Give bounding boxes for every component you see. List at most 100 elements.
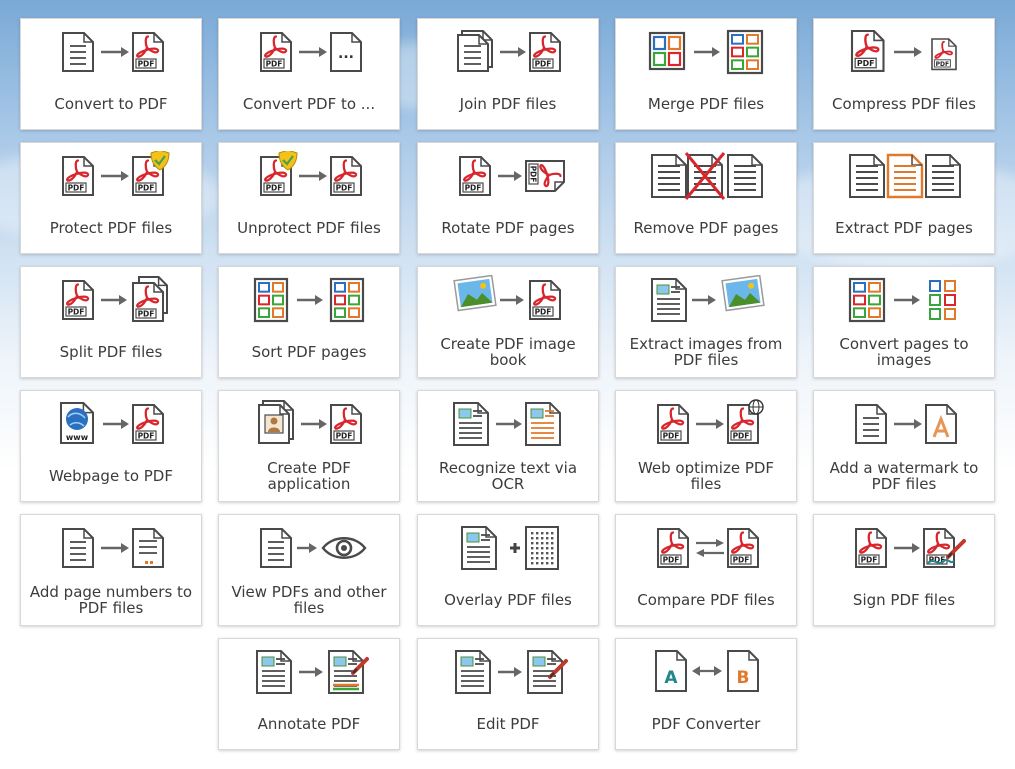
tool-label: Add page numbers to PDF files bbox=[29, 583, 193, 617]
extract-pages-icon bbox=[849, 153, 961, 199]
tool-label: Split PDF files bbox=[59, 343, 163, 361]
tool-label: Join PDF files bbox=[459, 95, 557, 113]
tool-tile-sort-pdf-pages[interactable]: Sort PDF pages bbox=[218, 266, 400, 378]
rotate-pdf-icon: PDF PDF bbox=[459, 156, 565, 196]
page-numbers-icon bbox=[62, 528, 164, 568]
pdf-badge-text: PDF bbox=[465, 184, 482, 193]
tool-label: Extract images from PDF files bbox=[629, 335, 783, 369]
pdf-badge-text: PDF bbox=[857, 59, 875, 68]
www-text: www bbox=[66, 433, 89, 442]
tool-label: Merge PDF files bbox=[647, 95, 765, 113]
pdf-badge-text: PDF bbox=[529, 166, 538, 183]
pdf-to-format-icon: PDF... bbox=[260, 32, 362, 72]
pdf-badge-text: PDF bbox=[336, 184, 353, 193]
join-pdf-icon: PDF bbox=[457, 30, 561, 72]
pdf-badge-text: PDF bbox=[535, 60, 552, 69]
tool-tile-rotate-pdf-pages[interactable]: PDF PDF Rotate PDF pages bbox=[417, 142, 599, 254]
overlay-pdf-icon bbox=[461, 526, 559, 570]
pdf-application-icon: PDF bbox=[258, 400, 362, 444]
tool-tile-convert-pdf-to[interactable]: PDF... Convert PDF to ... bbox=[218, 18, 400, 130]
tool-label: Compare PDF files bbox=[637, 591, 775, 609]
pdf-badge-text: PDF bbox=[861, 556, 878, 565]
remove-pages-icon bbox=[651, 152, 763, 200]
pdf-badge-text: PDF bbox=[138, 310, 155, 319]
pdf-badge-text: PDF bbox=[535, 308, 552, 317]
tool-label: Add a watermark to PDF files bbox=[829, 459, 979, 493]
merge-pdf-icon bbox=[648, 29, 764, 75]
tool-label: Compress PDF files bbox=[832, 95, 976, 113]
tool-label: Sign PDF files bbox=[852, 591, 956, 609]
tool-tile-extract-pdf-pages[interactable]: Extract PDF pages bbox=[813, 142, 995, 254]
tool-label: Convert to PDF bbox=[54, 95, 168, 113]
pdf-badge-text: PDF bbox=[68, 308, 85, 317]
tool-tile-overlay-pdf-files[interactable]: Overlay PDF files bbox=[417, 514, 599, 626]
letter-b-text: B bbox=[737, 668, 750, 688]
tool-tile-add-a-watermark-to-pdf-files[interactable]: Add a watermark to PDF files bbox=[813, 390, 995, 502]
tool-label: Edit PDF bbox=[476, 715, 540, 733]
doc-to-pdf-icon: PDF bbox=[62, 32, 164, 72]
pdf-badge-text: PDF bbox=[663, 432, 680, 441]
pdf-badge-text: PDF bbox=[936, 61, 949, 68]
tool-label: PDF Converter bbox=[651, 715, 761, 733]
webpage-to-pdf-icon: www PDF bbox=[60, 402, 164, 444]
view-files-icon bbox=[260, 528, 367, 568]
tool-tile-annotate-pdf[interactable]: Annotate PDF bbox=[218, 638, 400, 750]
tool-tile-remove-pdf-pages[interactable]: Remove PDF pages bbox=[615, 142, 797, 254]
tool-label: Convert pages to images bbox=[839, 335, 969, 369]
tool-label: Create PDF application bbox=[267, 459, 351, 493]
tool-label: Annotate PDF bbox=[257, 715, 361, 733]
pdf-badge-text: PDF bbox=[138, 184, 155, 193]
tool-tile-add-page-numbers-to-pdf-files[interactable]: Add page numbers to PDF files bbox=[20, 514, 202, 626]
tool-tile-edit-pdf[interactable]: Edit PDF bbox=[417, 638, 599, 750]
ocr-icon bbox=[453, 402, 561, 446]
sort-pages-icon bbox=[253, 277, 365, 323]
pdf-badge-text: PDF bbox=[733, 432, 750, 441]
tool-label: Unprotect PDF files bbox=[237, 219, 381, 237]
tool-tile-webpage-to-pdf[interactable]: www PDF Webpage to PDF bbox=[20, 390, 202, 502]
tool-tile-create-pdf-application[interactable]: PDF Create PDF application bbox=[218, 390, 400, 502]
tool-tile-web-optimize-pdf-files[interactable]: PDF PDF Web optimize PDF files bbox=[615, 390, 797, 502]
pdf-badge-text: PDF bbox=[138, 432, 155, 441]
tool-label: Convert PDF to ... bbox=[242, 95, 376, 113]
tool-tile-compare-pdf-files[interactable]: PDF PDF Compare PDF files bbox=[615, 514, 797, 626]
pages-to-images-icon bbox=[848, 277, 956, 323]
tool-tile-extract-images-from-pdf-files[interactable]: Extract images from PDF files bbox=[615, 266, 797, 378]
tool-label: Remove PDF pages bbox=[633, 219, 779, 237]
annotate-pdf-icon bbox=[256, 650, 369, 694]
tool-tile-join-pdf-files[interactable]: PDF Join PDF files bbox=[417, 18, 599, 130]
tool-grid: PDF Convert to PDF PDF... Convert PDF to ..… bbox=[0, 0, 1015, 769]
tool-tile-create-pdf-image-book[interactable]: PDF Create PDF image book bbox=[417, 266, 599, 378]
tool-tile-pdf-converter[interactable]: A B PDF Converter bbox=[615, 638, 797, 750]
tool-tile-compress-pdf-files[interactable]: PDF PDF Compress PDF files bbox=[813, 18, 995, 130]
split-pdf-icon: PDF PDF bbox=[62, 276, 168, 322]
tool-tile-protect-pdf-files[interactable]: PDF PDF Protect PDF files bbox=[20, 142, 202, 254]
image-book-icon: PDF bbox=[453, 275, 561, 320]
tool-tile-split-pdf-files[interactable]: PDF PDF Split PDF files bbox=[20, 266, 202, 378]
pdf-badge-text: PDF bbox=[138, 60, 155, 69]
tool-tile-merge-pdf-files[interactable]: Merge PDF files bbox=[615, 18, 797, 130]
watermark-icon bbox=[855, 404, 957, 444]
tool-label: Sort PDF pages bbox=[251, 343, 367, 361]
tool-tile-recognize-text-via-ocr[interactable]: Recognize text via OCR bbox=[417, 390, 599, 502]
sign-pdf-icon: PDF PDF bbox=[855, 528, 966, 568]
pdf-badge-text: PDF bbox=[336, 432, 353, 441]
pdf-badge-text: PDF bbox=[68, 184, 85, 193]
tool-tile-unprotect-pdf-files[interactable]: PDF PDF Unprotect PDF files bbox=[218, 142, 400, 254]
pdf-badge-text: PDF bbox=[266, 60, 283, 69]
tool-tile-convert-to-pdf[interactable]: PDF Convert to PDF bbox=[20, 18, 202, 130]
tool-tile-sign-pdf-files[interactable]: PDF PDF Sign PDF files bbox=[813, 514, 995, 626]
tool-label: Web optimize PDF files bbox=[637, 459, 775, 493]
tool-label: Extract PDF pages bbox=[835, 219, 973, 237]
tool-label: Webpage to PDF bbox=[49, 467, 173, 485]
pdf-badge-text: PDF bbox=[663, 556, 680, 565]
tool-label: Protect PDF files bbox=[49, 219, 173, 237]
tool-tile-view-pdfs-and-other-files[interactable]: View PDFs and other files bbox=[218, 514, 400, 626]
web-optimize-icon: PDF PDF bbox=[657, 399, 764, 444]
compare-pdf-icon: PDF PDF bbox=[657, 528, 759, 568]
svg-text:...: ... bbox=[338, 46, 354, 62]
edit-pdf-icon bbox=[455, 650, 568, 694]
tool-label: Rotate PDF pages bbox=[441, 219, 575, 237]
tool-label: Create PDF image book bbox=[440, 335, 576, 369]
tool-tile-convert-pages-to-images[interactable]: Convert pages to images bbox=[813, 266, 995, 378]
compress-pdf-icon: PDF PDF bbox=[850, 29, 957, 72]
